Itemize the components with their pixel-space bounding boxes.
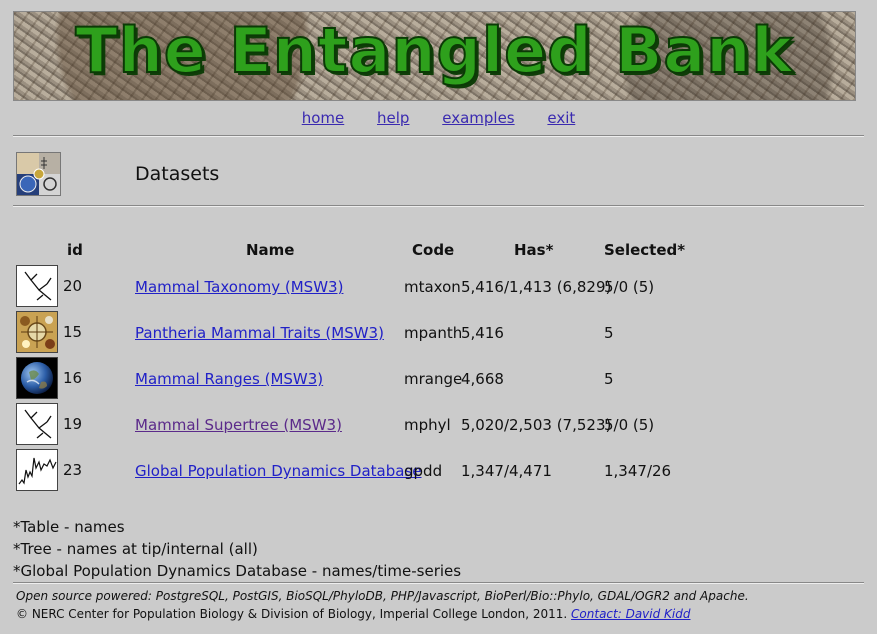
traits-icon — [16, 311, 58, 353]
row-id: 23 — [63, 461, 83, 479]
row-selected: 5/0 (5) — [604, 416, 655, 434]
row-selected: 1,347/26 — [604, 462, 672, 480]
row-id: 20 — [63, 277, 83, 295]
dataset-link[interactable]: Mammal Supertree (MSW3) — [135, 416, 342, 434]
row-has: 4,668 — [461, 370, 504, 388]
row-selected: 5 — [604, 324, 614, 342]
datasets-logo-icon — [16, 152, 61, 196]
row-id: 16 — [63, 369, 83, 387]
row-selected: 5 — [604, 370, 614, 388]
row-has: 1,347/4,471 — [461, 462, 552, 480]
nav-exit-link[interactable]: exit — [547, 109, 575, 127]
nav-bar: home help examples exit — [0, 109, 877, 127]
banner: The Entangled Bank — [13, 11, 856, 101]
divider — [13, 135, 864, 137]
divider — [13, 205, 864, 207]
globe-icon — [16, 357, 58, 399]
dataset-link[interactable]: Mammal Ranges (MSW3) — [135, 370, 323, 388]
nav-examples-link[interactable]: examples — [442, 109, 514, 127]
column-header-id: id — [67, 241, 83, 259]
row-code: gpdd — [404, 462, 443, 480]
row-id: 15 — [63, 323, 83, 341]
footnote: *Table - names — [13, 518, 125, 536]
row-selected: 5/0 (5) — [604, 278, 655, 296]
row-code: mphyl — [404, 416, 451, 434]
dataset-link[interactable]: Global Population Dynamics Database — [135, 462, 422, 480]
nav-help-link[interactable]: help — [377, 109, 409, 127]
timeseries-icon — [16, 449, 58, 491]
row-code: mrange — [404, 370, 463, 388]
column-header-code: Code — [412, 241, 455, 259]
column-header-name: Name — [246, 241, 295, 259]
footer-copyright: © NERC Center for Population Biology & D… — [16, 607, 568, 621]
dataset-link[interactable]: Mammal Taxonomy (MSW3) — [135, 278, 343, 296]
nav-home-link[interactable]: home — [302, 109, 345, 127]
footnote: *Tree - names at tip/internal (all) — [13, 540, 258, 558]
page-title: Datasets — [135, 163, 220, 185]
tree-icon — [16, 265, 58, 307]
footnote: *Global Population Dynamics Database - n… — [13, 562, 462, 580]
footer-powered-text: Open source powered: PostgreSQL, PostGIS… — [16, 589, 749, 603]
dataset-link[interactable]: Pantheria Mammal Traits (MSW3) — [135, 324, 384, 342]
row-code: mpanth — [404, 324, 463, 342]
divider — [13, 582, 864, 584]
tree-icon — [16, 403, 58, 445]
row-id: 19 — [63, 415, 83, 433]
contact-link[interactable]: Contact: David Kidd — [571, 607, 690, 621]
banner-title: The Entangled Bank — [74, 13, 794, 88]
column-header-has: Has* — [514, 241, 554, 259]
row-code: mtaxon — [404, 278, 461, 296]
row-has: 5,416 — [461, 324, 504, 342]
column-header-selected: Selected* — [604, 241, 686, 259]
row-has: 5,020/2,503 (7,523) — [461, 416, 612, 434]
row-has: 5,416/1,413 (6,829) — [461, 278, 612, 296]
